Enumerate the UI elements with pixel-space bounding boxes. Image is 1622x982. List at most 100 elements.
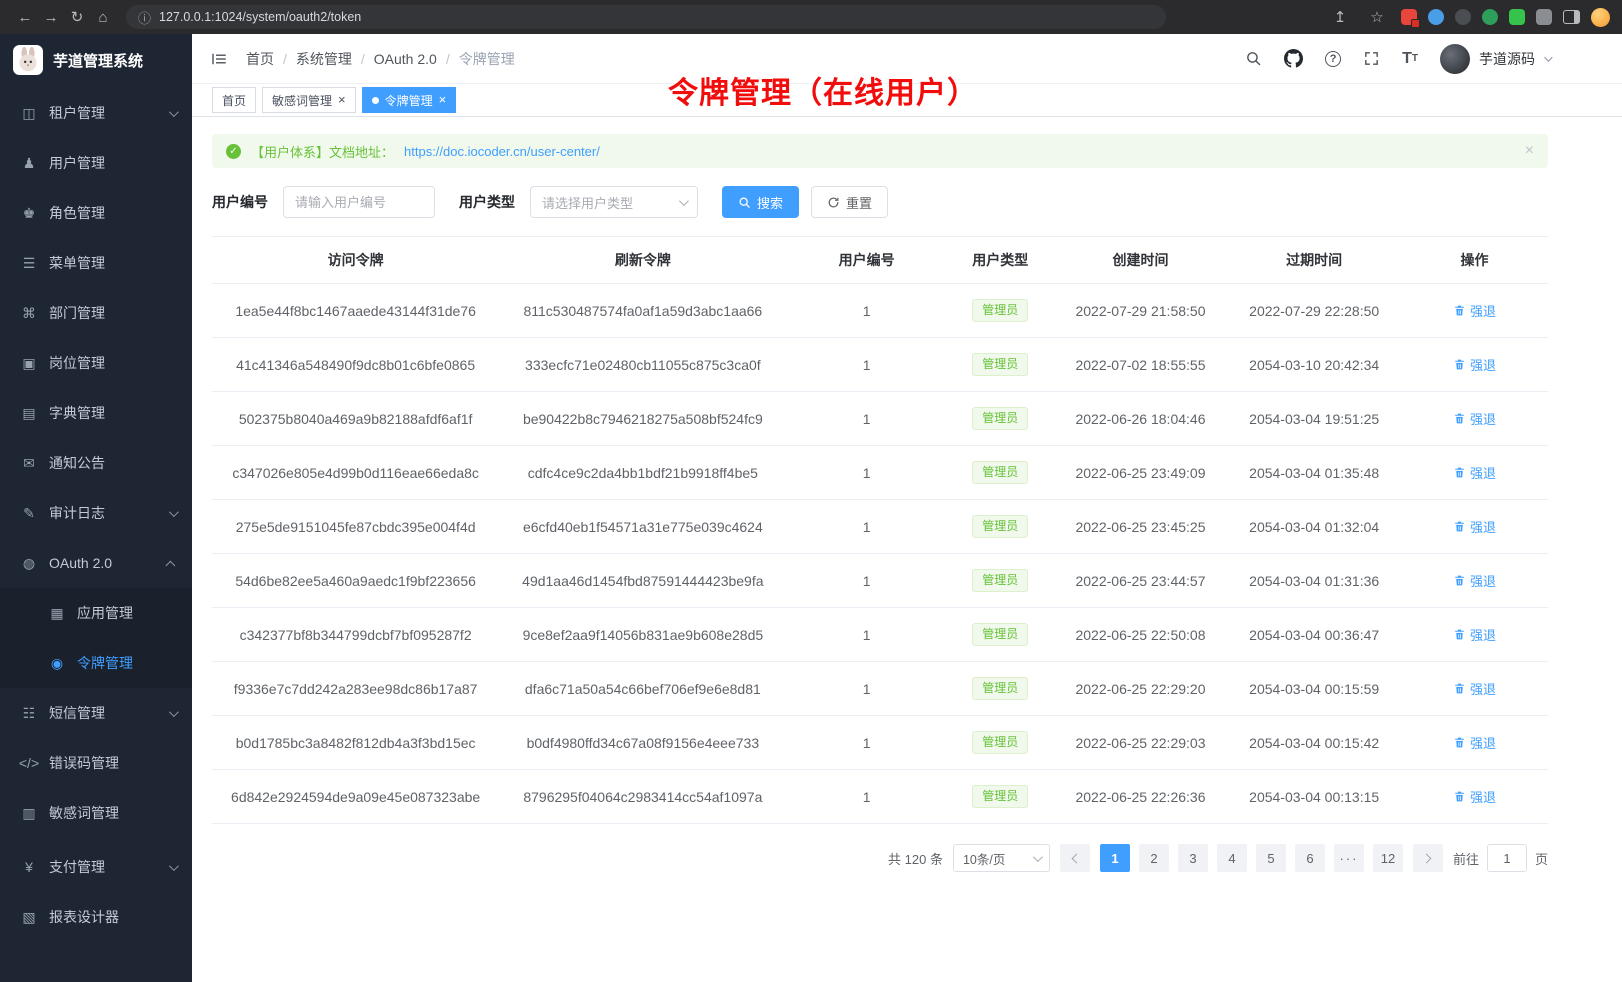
cell-refresh-token: dfa6c71a50a54c66bef706ef9e6e8d81 [499, 662, 786, 716]
address-bar[interactable]: ⓘ 127.0.0.1:1024/system/oauth2/token [126, 5, 1166, 29]
page-button[interactable]: ··· [1334, 844, 1364, 872]
sidebar-item[interactable]: ♟ 用户管理 [0, 138, 192, 188]
page-size-select[interactable]: 10条/页 [953, 844, 1050, 872]
breadcrumb-item[interactable]: 令牌管理 [437, 49, 515, 69]
user-menu[interactable]: 芋道源码 [1440, 44, 1550, 74]
page-button[interactable]: 12 [1373, 844, 1403, 872]
next-page-button[interactable] [1413, 844, 1443, 872]
site-info-icon[interactable]: ⓘ [138, 8, 151, 27]
force-logout-button[interactable]: 强退 [1453, 301, 1496, 320]
force-logout-button[interactable]: 强退 [1453, 571, 1496, 590]
sidebar-item[interactable]: ✉ 通知公告 [0, 438, 192, 488]
cell-user-type: 管理员 [947, 608, 1054, 662]
search-icon[interactable] [1245, 50, 1262, 67]
sidebar-item[interactable]: ▣ 岗位管理 [0, 338, 192, 388]
extension-dark-icon[interactable] [1455, 9, 1471, 25]
sidebar-item[interactable]: ☰ 菜单管理 [0, 238, 192, 288]
share-icon[interactable]: ↥ [1327, 4, 1353, 30]
sidebar-item[interactable]: ▤ 字典管理 [0, 388, 192, 438]
extensions-puzzle-icon[interactable] [1536, 9, 1552, 25]
app-logo-row[interactable]: 芋道管理系统 [0, 34, 192, 86]
extension-lime-icon[interactable] [1509, 9, 1525, 25]
column-header: 用户类型 [947, 237, 1054, 284]
extension-green-icon[interactable] [1482, 9, 1498, 25]
sidebar-item[interactable]: ▦ 应用管理 [0, 588, 192, 638]
forward-icon[interactable]: → [38, 4, 64, 30]
tab-label: 敏感词管理 [272, 92, 332, 109]
menu-item-icon: ◫ [18, 105, 40, 122]
sidebar-item[interactable]: ▧ 报表设计器 [0, 892, 192, 942]
sidebar-item[interactable]: ☷ 短信管理 [0, 688, 192, 738]
back-icon[interactable]: ← [12, 4, 38, 30]
menu-item-icon: </> [18, 755, 40, 771]
force-logout-button[interactable]: 强退 [1453, 409, 1496, 428]
help-icon[interactable]: ? [1325, 51, 1341, 67]
active-dot [372, 97, 379, 104]
browser-toolbar-right: ↥ ☆ [1327, 4, 1610, 30]
page-button[interactable]: 3 [1178, 844, 1208, 872]
page-button[interactable]: 1 [1100, 844, 1130, 872]
extension-red-icon[interactable] [1401, 9, 1417, 25]
reload-icon[interactable]: ↻ [64, 4, 90, 30]
user-type-badge: 管理员 [972, 785, 1028, 808]
force-logout-button[interactable]: 强退 [1453, 733, 1496, 752]
alert-close-icon[interactable]: × [1525, 143, 1534, 159]
breadcrumb-item[interactable]: 首页 [246, 49, 274, 69]
cell-user-id: 1 [786, 554, 946, 608]
sidebar-item[interactable]: ✎ 审计日志 [0, 488, 192, 538]
user-id-input[interactable] [283, 186, 435, 218]
tab[interactable]: 首页 × [212, 87, 256, 113]
page-button[interactable]: 6 [1295, 844, 1325, 872]
cell-user-type: 管理员 [947, 500, 1054, 554]
reset-button[interactable]: 重置 [811, 186, 888, 218]
breadcrumb-item[interactable]: 系统管理 [274, 49, 352, 69]
sidebar-item[interactable]: ▥ 敏感词管理 [0, 788, 192, 838]
tab[interactable]: 令牌管理 × [362, 87, 457, 113]
sidebar-item[interactable]: ♚ 角色管理 [0, 188, 192, 238]
force-logout-button[interactable]: 强退 [1453, 625, 1496, 644]
user-type-badge: 管理员 [972, 515, 1028, 538]
close-icon[interactable]: × [439, 93, 447, 106]
page-button[interactable]: 5 [1256, 844, 1286, 872]
search-button[interactable]: 搜索 [722, 186, 799, 218]
search-form: 用户编号 用户类型 请选择用户类型 搜索 重置 [212, 186, 1548, 218]
cell-access-token: 41c41346a548490f9dc8b01c6bfe0865 [212, 338, 499, 392]
user-type-select[interactable]: 请选择用户类型 [530, 186, 698, 218]
prev-page-button[interactable] [1060, 844, 1090, 872]
force-logout-button[interactable]: 强退 [1453, 787, 1496, 806]
extension-blue-icon[interactable] [1428, 9, 1444, 25]
close-icon[interactable]: × [338, 93, 346, 106]
browser-profile-avatar[interactable] [1591, 8, 1610, 27]
sidebar-collapse-icon[interactable] [210, 50, 228, 68]
home-icon[interactable]: ⌂ [90, 4, 116, 30]
breadcrumb-item[interactable]: OAuth 2.0 [352, 51, 437, 67]
font-size-icon[interactable]: TT [1402, 51, 1418, 67]
sidebar-item[interactable]: ◍ OAuth 2.0 [0, 538, 192, 588]
force-logout-button[interactable]: 强退 [1453, 463, 1496, 482]
sidebar-item[interactable]: </> 错误码管理 [0, 738, 192, 788]
side-panel-icon[interactable] [1563, 10, 1580, 24]
tab[interactable]: 敏感词管理 × [262, 87, 356, 113]
force-logout-button[interactable]: 强退 [1453, 679, 1496, 698]
column-header: 刷新令牌 [499, 237, 786, 284]
force-logout-button[interactable]: 强退 [1453, 355, 1496, 374]
goto-label: 前往 [1453, 849, 1479, 868]
force-logout-button[interactable]: 强退 [1453, 517, 1496, 536]
table-row: c342377bf8b344799dcbf7bf095287f2 9ce8ef2… [212, 608, 1548, 662]
sidebar-item[interactable]: ⌘ 部门管理 [0, 288, 192, 338]
cell-access-token: 275e5de9151045fe87cbdc395e004f4d [212, 500, 499, 554]
github-icon[interactable] [1284, 49, 1303, 68]
sidebar-item[interactable]: ◫ 租户管理 [0, 88, 192, 138]
fullscreen-icon[interactable] [1363, 50, 1380, 67]
page-button[interactable]: 2 [1139, 844, 1169, 872]
sidebar-item[interactable]: ¥ 支付管理 [0, 842, 192, 892]
trash-icon [1453, 466, 1466, 479]
page-numbers: 123456···12 [1100, 844, 1403, 872]
cell-user-type: 管理员 [947, 716, 1054, 770]
goto-page-input[interactable] [1487, 844, 1527, 872]
doc-link[interactable]: https://doc.iocoder.cn/user-center/ [404, 144, 600, 159]
page-button[interactable]: 4 [1217, 844, 1247, 872]
cell-user-id: 1 [786, 608, 946, 662]
bookmark-star-icon[interactable]: ☆ [1364, 4, 1390, 30]
sidebar-item[interactable]: ◉ 令牌管理 [0, 638, 192, 688]
